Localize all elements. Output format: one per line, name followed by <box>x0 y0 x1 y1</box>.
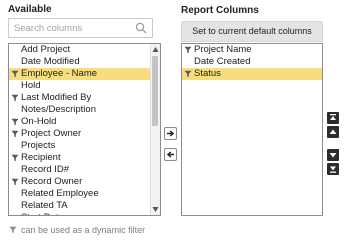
funnel-icon <box>11 94 19 102</box>
available-list-item[interactable]: Recipient <box>9 152 150 164</box>
funnel-icon <box>11 130 19 138</box>
legend-text: can be used as a dynamic filter <box>21 225 146 235</box>
move-up-button[interactable] <box>327 126 339 138</box>
available-item-label: Hold <box>21 80 41 91</box>
available-item-label: Related Employee <box>21 188 99 199</box>
available-item-label: Project Owner <box>21 128 82 139</box>
funnel-icon <box>184 70 192 78</box>
available-list-item[interactable]: Date Modified <box>9 56 150 68</box>
available-list-item[interactable]: Related TA <box>9 200 150 212</box>
move-to-top-button[interactable] <box>327 112 339 124</box>
set-default-columns-button[interactable]: Set to current default columns <box>181 21 323 42</box>
available-item-label: Employee - Name <box>21 68 98 79</box>
move-down-button[interactable] <box>327 149 339 161</box>
report-columns-list[interactable]: Project Name Date Created Status <box>181 43 323 216</box>
available-item-label: Record ID# <box>21 164 70 175</box>
available-list-item[interactable]: Related Employee <box>9 188 150 200</box>
search-icon[interactable] <box>135 22 147 34</box>
available-item-label: Recipient <box>21 152 61 163</box>
available-item-label: Related TA <box>21 200 68 211</box>
report-list-item[interactable]: Date Created <box>182 56 322 68</box>
search-box[interactable] <box>8 18 153 38</box>
available-item-label: Notes/Description <box>21 104 96 115</box>
available-item-label: On-Hold <box>21 116 57 127</box>
available-list-item[interactable]: Record Owner <box>9 176 150 188</box>
available-list-item[interactable]: Projects <box>9 140 150 152</box>
available-item-label: Start Date <box>21 212 64 215</box>
funnel-icon <box>11 118 19 126</box>
available-list-item[interactable]: Last Modified By <box>9 92 150 104</box>
available-list-item[interactable]: Start Date <box>9 212 150 215</box>
search-input[interactable] <box>14 20 132 36</box>
report-list-item[interactable]: Status <box>182 68 322 80</box>
scrollbar-thumb[interactable] <box>152 56 158 126</box>
available-list-item[interactable]: Add Project <box>9 44 150 56</box>
available-scrollbar[interactable] <box>150 44 160 215</box>
available-list-item[interactable]: Employee - Name <box>9 68 150 80</box>
funnel-icon <box>11 154 19 162</box>
report-rows: Project Name Date Created Status <box>182 44 322 80</box>
available-columns-list[interactable]: Add Project Date Modified Employee - Name H… <box>8 43 161 216</box>
scroll-down-arrow-icon[interactable] <box>152 205 159 213</box>
report-item-label: Project Name <box>194 44 252 55</box>
arrow-left-icon <box>166 151 174 158</box>
funnel-icon <box>11 178 19 186</box>
scroll-up-arrow-icon[interactable] <box>152 46 159 54</box>
filter-legend: can be used as a dynamic filter <box>9 224 145 236</box>
report-list-item[interactable]: Project Name <box>182 44 322 56</box>
move-to-bottom-button[interactable] <box>327 163 339 175</box>
funnel-icon <box>184 46 192 54</box>
arrow-right-icon <box>167 130 175 137</box>
move-to-bottom-icon <box>330 166 336 173</box>
move-to-top-icon <box>330 114 336 120</box>
report-item-label: Status <box>194 68 221 79</box>
available-list-item[interactable]: Hold <box>9 80 150 92</box>
available-list-item[interactable]: Project Owner <box>9 128 150 140</box>
available-item-label: Add Project <box>21 44 71 55</box>
available-heading: Available <box>8 4 52 15</box>
available-list-item[interactable]: Notes/Description <box>9 104 150 116</box>
funnel-icon <box>9 226 17 234</box>
available-rows: Add Project Date Modified Employee - Name H… <box>9 44 150 215</box>
add-column-button[interactable] <box>164 127 177 140</box>
available-item-label: Projects <box>21 140 56 151</box>
remove-column-button[interactable] <box>164 148 177 161</box>
available-list-item[interactable]: Record ID# <box>9 164 150 176</box>
report-columns-heading: Report Columns <box>181 5 259 16</box>
move-down-icon <box>329 153 337 158</box>
move-up-icon <box>329 129 337 134</box>
report-item-label: Date Created <box>194 56 251 67</box>
funnel-icon <box>11 70 19 78</box>
available-item-label: Record Owner <box>21 176 83 187</box>
available-list-item[interactable]: On-Hold <box>9 116 150 128</box>
available-item-label: Last Modified By <box>21 92 92 103</box>
available-item-label: Date Modified <box>21 56 80 67</box>
